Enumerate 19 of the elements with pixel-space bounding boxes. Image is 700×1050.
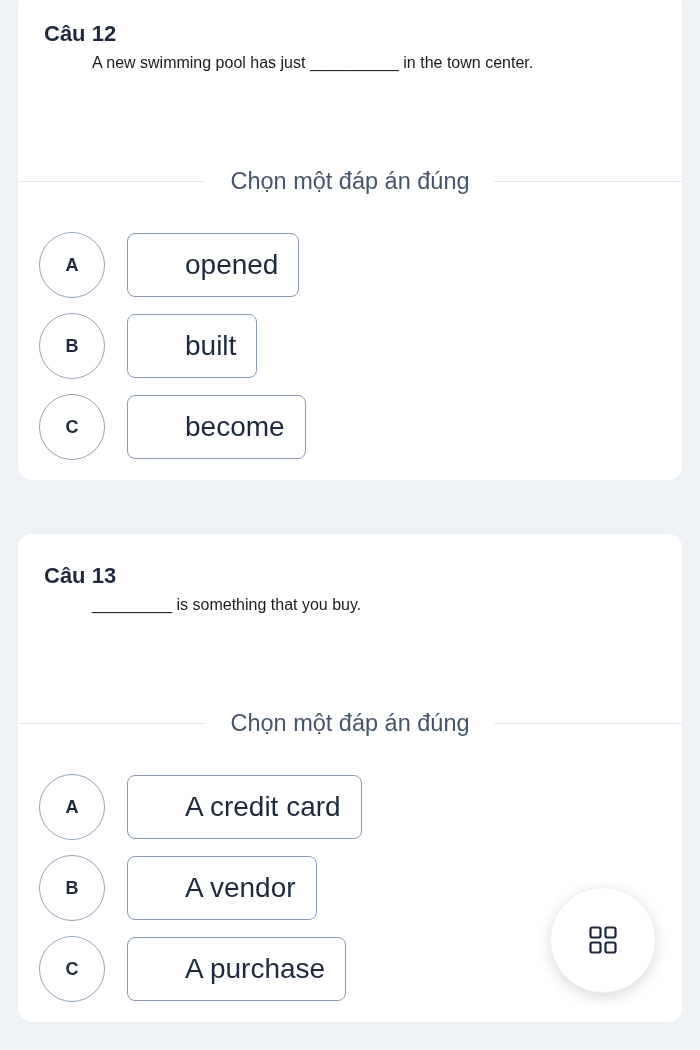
instruction-label: Chọn một đáp án đúng [229, 167, 471, 196]
answer-option[interactable]: A vendor [127, 856, 317, 920]
answer-option[interactable]: become [127, 395, 306, 459]
answer-option[interactable]: A purchase [127, 937, 347, 1001]
option-letter-button[interactable]: A [39, 774, 105, 840]
question-text: _________ is something that you buy. [92, 595, 362, 615]
question-title: Câu 13 [44, 563, 117, 589]
option-letter-button[interactable]: B [39, 855, 105, 921]
option-letter-button[interactable]: C [39, 394, 105, 460]
answer-option[interactable]: built [127, 314, 258, 378]
question-text: A new swimming pool has just __________ in the town center. [92, 53, 534, 73]
option-letter-button[interactable]: C [39, 936, 105, 1002]
answer-option[interactable]: A credit card [127, 775, 362, 839]
answer-option[interactable]: opened [127, 233, 300, 297]
option-letter-button[interactable]: B [39, 313, 105, 379]
instruction-label: Chọn một đáp án đúng [229, 709, 471, 738]
option-letter-button[interactable]: A [39, 232, 105, 298]
question-title: Câu 12 [44, 21, 117, 47]
grid-icon [589, 926, 617, 954]
